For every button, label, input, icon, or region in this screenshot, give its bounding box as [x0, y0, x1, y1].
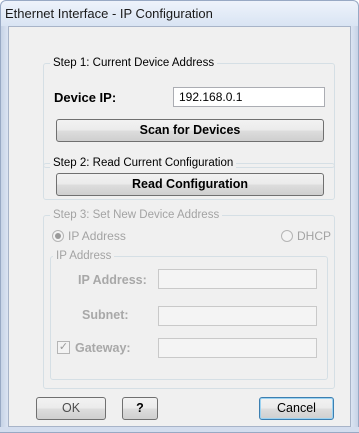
ip-address-label: IP Address:	[78, 273, 147, 287]
ip-subgroup-legend: IP Address	[53, 249, 115, 263]
dialog-client-area: Step 1: Current Device Address Device IP…	[8, 26, 351, 427]
ip-address-subgroup: IP Address IP Address: Subnet: ✓ Gateway…	[50, 249, 328, 380]
step3-group: Step 3: Set New Device Address IP Addres…	[43, 208, 335, 389]
ip-address-input[interactable]	[158, 269, 317, 289]
ip-address-radio[interactable]	[52, 230, 64, 242]
device-ip-input[interactable]: 192.168.0.1	[173, 87, 325, 107]
dialog-window: Ethernet Interface - IP Configuration St…	[0, 0, 359, 433]
subnet-label: Subnet:	[82, 308, 129, 322]
step2-group: Step 2: Read Current Configuration Read …	[43, 156, 335, 200]
gateway-checkbox[interactable]: ✓	[57, 341, 70, 354]
device-ip-label: Device IP:	[54, 90, 117, 105]
ok-button[interactable]: OK	[36, 397, 106, 420]
title-bar[interactable]: Ethernet Interface - IP Configuration	[0, 0, 359, 26]
step1-legend: Step 1: Current Device Address	[50, 56, 218, 70]
subnet-input[interactable]	[158, 306, 317, 326]
step3-legend: Step 3: Set New Device Address	[50, 208, 223, 222]
window-frame-right	[351, 26, 359, 433]
scan-for-devices-button[interactable]: Scan for Devices	[56, 119, 324, 142]
gateway-input[interactable]	[158, 338, 317, 358]
window-frame-bottom	[0, 427, 359, 433]
help-button[interactable]: ?	[122, 397, 158, 420]
read-configuration-button[interactable]: Read Configuration	[56, 173, 324, 196]
window-title: Ethernet Interface - IP Configuration	[5, 6, 213, 21]
step2-legend: Step 2: Read Current Configuration	[50, 156, 237, 170]
cancel-button[interactable]: Cancel	[259, 397, 334, 420]
gateway-label: Gateway:	[75, 341, 131, 355]
step1-group: Step 1: Current Device Address Device IP…	[43, 56, 335, 168]
window-frame-left	[0, 26, 8, 433]
dhcp-radio-label: DHCP	[297, 229, 332, 243]
dhcp-radio[interactable]	[281, 230, 293, 242]
ip-address-radio-label: IP Address	[68, 229, 126, 243]
